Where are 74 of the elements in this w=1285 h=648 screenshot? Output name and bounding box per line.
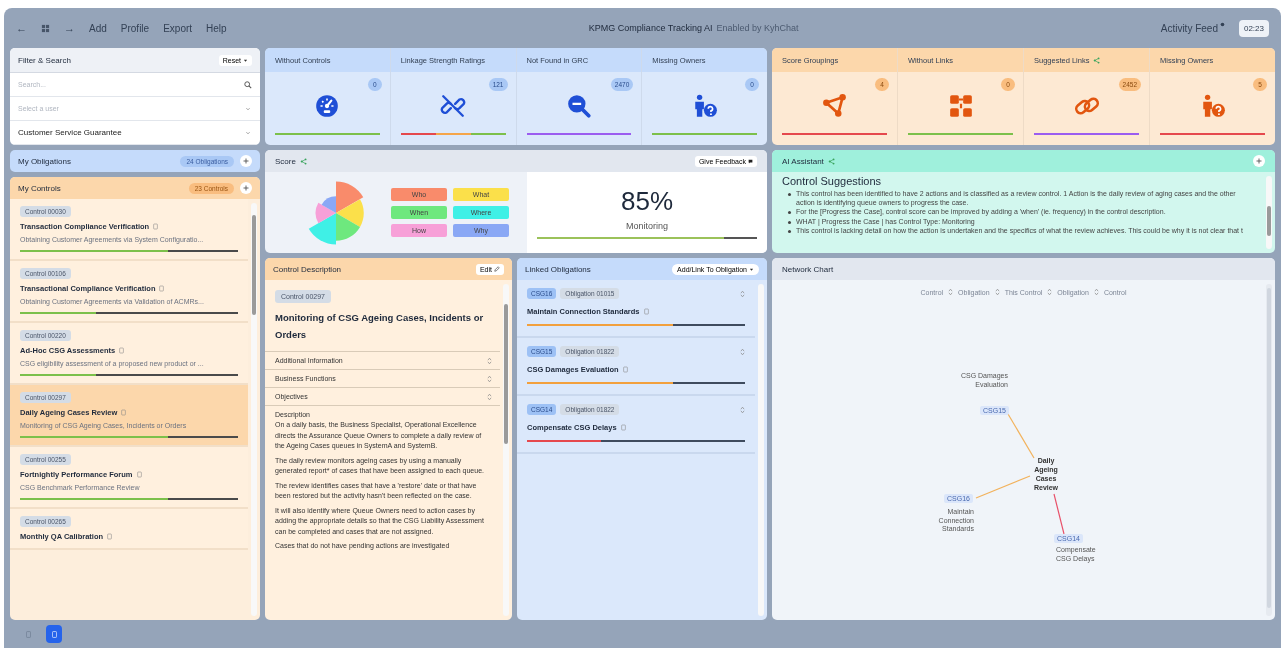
network-nodes-icon xyxy=(821,92,848,119)
sort-icon xyxy=(487,356,492,365)
plus-icon xyxy=(1256,158,1262,164)
sort-icon xyxy=(487,374,492,383)
zoom-out-icon xyxy=(565,92,592,119)
add-button[interactable] xyxy=(240,155,252,167)
forward-button[interactable]: → xyxy=(64,22,75,34)
program-select[interactable]: Customer Service Guarantee xyxy=(18,128,244,137)
add-button[interactable] xyxy=(240,182,252,194)
bullet-icon xyxy=(788,211,791,214)
panel-title: Score xyxy=(275,156,296,166)
sort-icon xyxy=(1093,288,1099,296)
panel-title: My Obligations xyxy=(18,156,72,166)
gauge-icon xyxy=(314,92,341,119)
copy-icon[interactable] xyxy=(119,347,125,354)
menu-item[interactable]: Help xyxy=(206,22,227,34)
app-subtitle: Enabled by KyhChat xyxy=(716,23,799,33)
sort-icon xyxy=(487,392,492,401)
plus-icon xyxy=(243,158,249,164)
sort-icon xyxy=(1047,288,1053,296)
back-button[interactable]: ← xyxy=(16,22,27,34)
document-icon xyxy=(51,630,57,638)
bullet-icon xyxy=(788,230,791,233)
search-icon xyxy=(244,80,252,89)
score-value: 85% xyxy=(620,186,673,217)
suggestions-heading: Control Suggestions xyxy=(782,175,883,187)
menu-item[interactable]: Add xyxy=(89,22,107,34)
copy-icon[interactable] xyxy=(159,285,165,292)
control-name: Monitoring of CSG Ageing Cases, Incidents or Orders xyxy=(275,311,485,342)
plus-icon xyxy=(243,185,249,191)
sort-icon xyxy=(740,405,745,414)
scrollbar[interactable] xyxy=(503,284,509,616)
sort-icon xyxy=(740,289,745,298)
scrollbar[interactable] xyxy=(251,203,257,616)
menu-item[interactable]: Profile xyxy=(120,22,150,34)
sort-icon xyxy=(994,288,1000,296)
broken-link-icon xyxy=(440,92,467,119)
sort-icon xyxy=(948,288,954,296)
panel-title: My Controls xyxy=(18,183,62,193)
sort-icon xyxy=(740,347,745,356)
grid-icon[interactable] xyxy=(41,23,50,33)
pencil-icon xyxy=(494,266,500,272)
bullet-icon xyxy=(788,193,791,196)
scrollbar[interactable] xyxy=(758,284,764,616)
notification-icon xyxy=(1219,21,1225,27)
copy-icon[interactable] xyxy=(153,223,159,230)
caret-icon xyxy=(749,266,754,272)
add-button[interactable] xyxy=(1253,155,1265,167)
panel-title: Filter & Search xyxy=(18,55,71,65)
panel-title: Control Description xyxy=(273,264,343,274)
score-category: Monitoring xyxy=(626,221,668,231)
scrollbar[interactable] xyxy=(1266,284,1272,616)
copy-icon[interactable] xyxy=(121,409,127,416)
clock-time: 02:23 xyxy=(1238,19,1269,37)
activity-feed-link[interactable]: Activity Feed xyxy=(1160,22,1218,34)
copy-icon[interactable] xyxy=(107,533,113,540)
share-icon xyxy=(299,157,307,165)
caret-icon xyxy=(243,57,248,63)
chat-icon xyxy=(748,158,753,164)
panel-title: AI Assistant xyxy=(782,156,824,166)
copy-icon[interactable] xyxy=(620,424,626,431)
share-icon xyxy=(827,157,835,165)
bullet-icon xyxy=(788,220,791,224)
copy-icon[interactable] xyxy=(136,471,142,478)
copy-icon[interactable] xyxy=(643,308,649,315)
menu-item[interactable]: Export xyxy=(163,22,193,34)
puzzle-arrows-icon xyxy=(947,92,974,119)
panel-title: Linked Obligations xyxy=(525,264,591,274)
panel-title: Network Chart xyxy=(782,264,834,274)
scrollbar[interactable] xyxy=(1266,176,1272,249)
app-title: KPMG Compliance Tracking AI xyxy=(588,23,713,33)
copy-icon[interactable] xyxy=(622,366,628,373)
view-button[interactable] xyxy=(46,625,62,643)
document-icon xyxy=(25,630,31,638)
